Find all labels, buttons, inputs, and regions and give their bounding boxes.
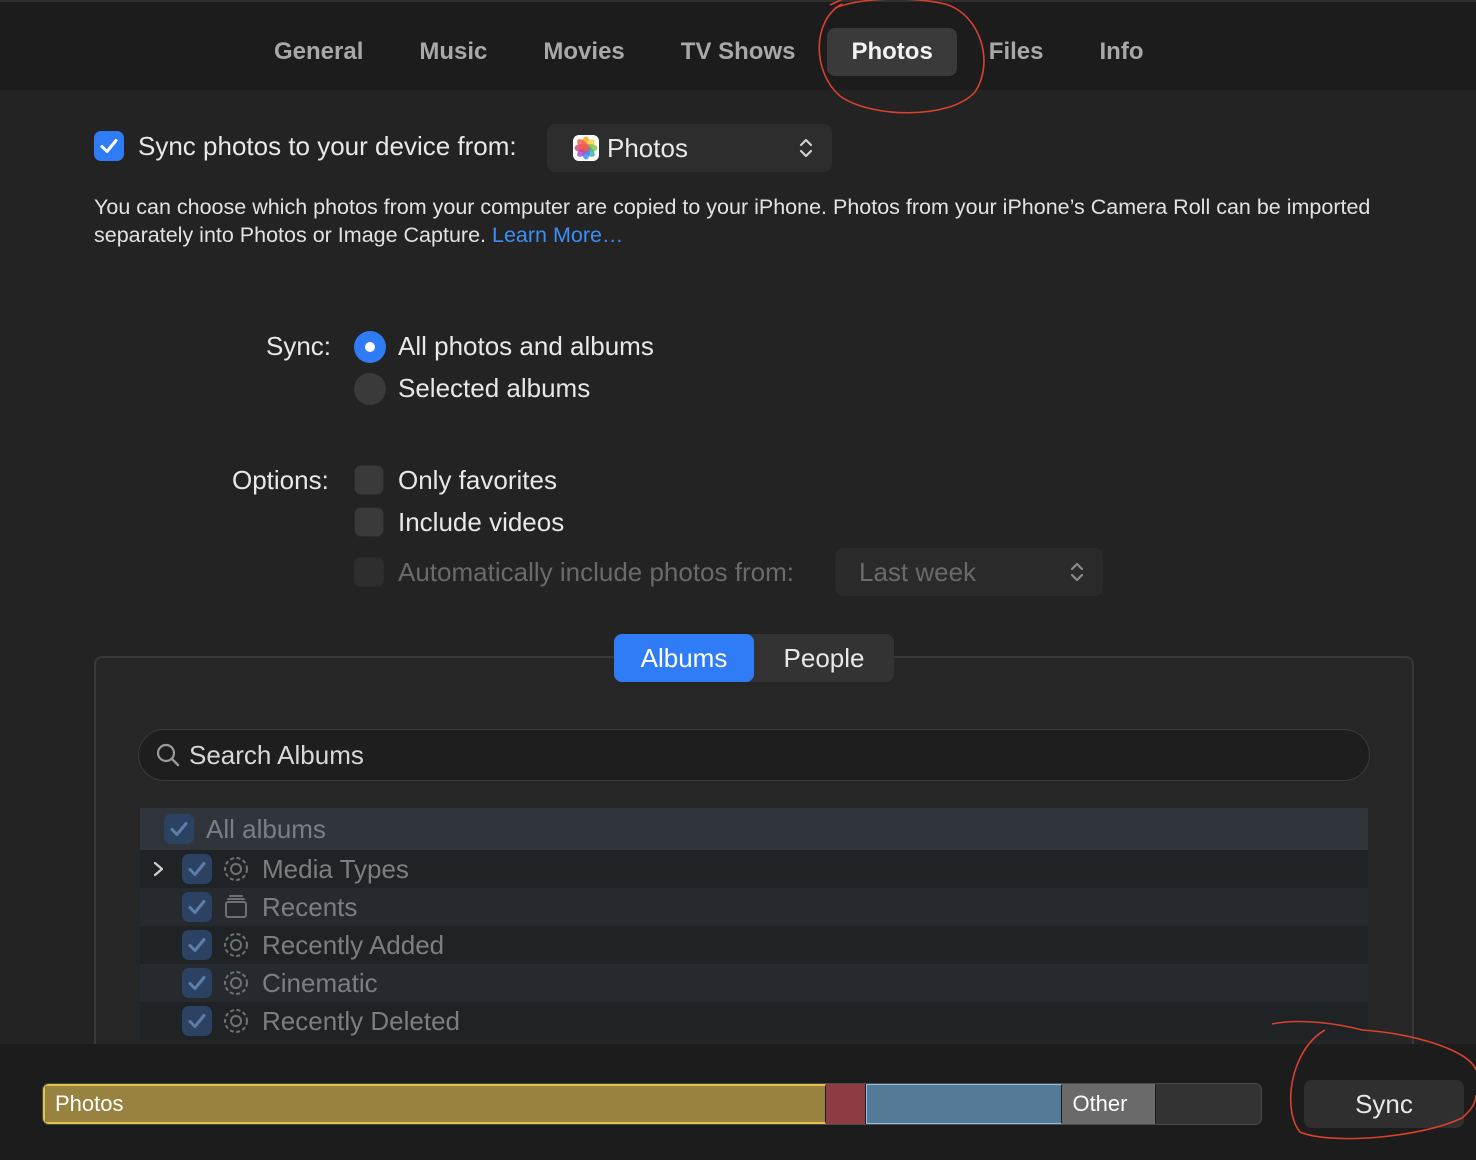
album-label: Cinematic: [262, 967, 378, 998]
description-body: You can choose which photos from your co…: [94, 195, 1371, 247]
storage-segment: [826, 1084, 867, 1124]
segment-people[interactable]: People: [754, 634, 894, 682]
segment-albums[interactable]: Albums: [614, 634, 754, 682]
tabs: General Music Movies TV Shows Photos Fil…: [250, 28, 1175, 76]
smart-album-gear-icon: [224, 1009, 248, 1033]
album-checkbox[interactable]: [182, 930, 212, 960]
search-icon: [156, 743, 180, 767]
search-albums-field[interactable]: Search Albums: [138, 729, 1370, 781]
sync-label: Sync:: [266, 331, 332, 361]
list-item[interactable]: Recently Deleted: [140, 1002, 1368, 1040]
radio-selected-albums[interactable]: [354, 373, 386, 405]
all-albums-label: All albums: [206, 813, 326, 844]
album-checkbox[interactable]: [182, 892, 212, 922]
list-item[interactable]: Cinematic: [140, 964, 1368, 1002]
storage-segment: [866, 1084, 1063, 1124]
radio-all-photos[interactable]: [354, 331, 386, 363]
album-label: Recents: [262, 891, 358, 922]
storage-segment: [1156, 1084, 1261, 1124]
albums-people-segment: Albums People: [614, 634, 894, 682]
album-checkbox[interactable]: [182, 1006, 212, 1036]
tab-general[interactable]: General: [250, 28, 387, 76]
chevron-right-icon[interactable]: [152, 860, 166, 878]
auto-include-checkbox[interactable]: [354, 557, 384, 587]
checkmark-icon: [188, 1014, 206, 1028]
list-item[interactable]: Media Types: [140, 850, 1368, 888]
sync-photos-checkbox[interactable]: [94, 131, 124, 161]
only-favorites-checkbox[interactable]: [354, 465, 384, 495]
learn-more-link[interactable]: Learn More…: [492, 223, 623, 247]
chevron-up-down-icon: [799, 138, 813, 158]
checkmark-icon: [100, 139, 118, 153]
radio-all-photos-label: All photos and albums: [398, 331, 654, 361]
storage-bar: Photos Other: [42, 1083, 1262, 1125]
sync-photos-label: Sync photos to your device from:: [138, 131, 517, 161]
checkmark-icon: [188, 976, 206, 990]
options-label: Options:: [232, 465, 329, 495]
checkmark-icon: [188, 938, 206, 952]
photos-app-icon: [573, 135, 599, 161]
sync-button[interactable]: Sync: [1304, 1080, 1464, 1128]
tab-tv-shows[interactable]: TV Shows: [657, 28, 820, 76]
tab-movies[interactable]: Movies: [519, 28, 648, 76]
include-videos-label: Include videos: [398, 507, 565, 537]
chevron-up-down-icon: [1070, 562, 1084, 582]
auto-include-label: Automatically include photos from:: [398, 557, 794, 587]
tab-photos[interactable]: Photos: [827, 28, 957, 76]
all-albums-checkbox[interactable]: [164, 814, 194, 844]
auto-include-value: Last week: [859, 556, 977, 587]
storage-segment-photos: Photos: [43, 1084, 827, 1124]
only-favorites-label: Only favorites: [398, 465, 557, 495]
album-label: Media Types: [262, 853, 409, 884]
checkmark-icon: [188, 862, 206, 876]
include-videos-checkbox[interactable]: [354, 507, 384, 537]
storage-label: Other: [1072, 1091, 1128, 1116]
list-item-all-albums[interactable]: All albums: [140, 808, 1368, 850]
album-label: Recently Added: [262, 929, 445, 960]
list-item[interactable]: Recently Added: [140, 926, 1368, 964]
auto-include-popup[interactable]: Last week: [835, 548, 1103, 596]
storage-label: Photos: [55, 1091, 124, 1116]
description-text: You can choose which photos from your co…: [94, 193, 1394, 249]
checkmark-icon: [170, 822, 188, 836]
search-placeholder: Search Albums: [189, 739, 364, 770]
photo-source-popup[interactable]: Photos: [547, 124, 832, 172]
storage-segment-other: Other: [1062, 1084, 1157, 1124]
photo-source-value: Photos: [607, 132, 688, 163]
album-checkbox[interactable]: [182, 968, 212, 998]
tab-music[interactable]: Music: [395, 28, 511, 76]
checkmark-icon: [188, 900, 206, 914]
tab-info[interactable]: Info: [1076, 28, 1168, 76]
smart-album-gear-icon: [224, 933, 248, 957]
smart-album-gear-icon: [224, 857, 248, 881]
tab-files[interactable]: Files: [965, 28, 1068, 76]
album-label: Recently Deleted: [262, 1005, 460, 1036]
albums-list: All albums Media Types Recents Recently …: [140, 808, 1368, 1044]
radio-selected-albums-label: Selected albums: [398, 373, 591, 403]
list-item[interactable]: Recents: [140, 888, 1368, 926]
album-checkbox[interactable]: [182, 854, 212, 884]
album-stack-icon: [225, 895, 247, 918]
smart-album-gear-icon: [224, 971, 248, 995]
